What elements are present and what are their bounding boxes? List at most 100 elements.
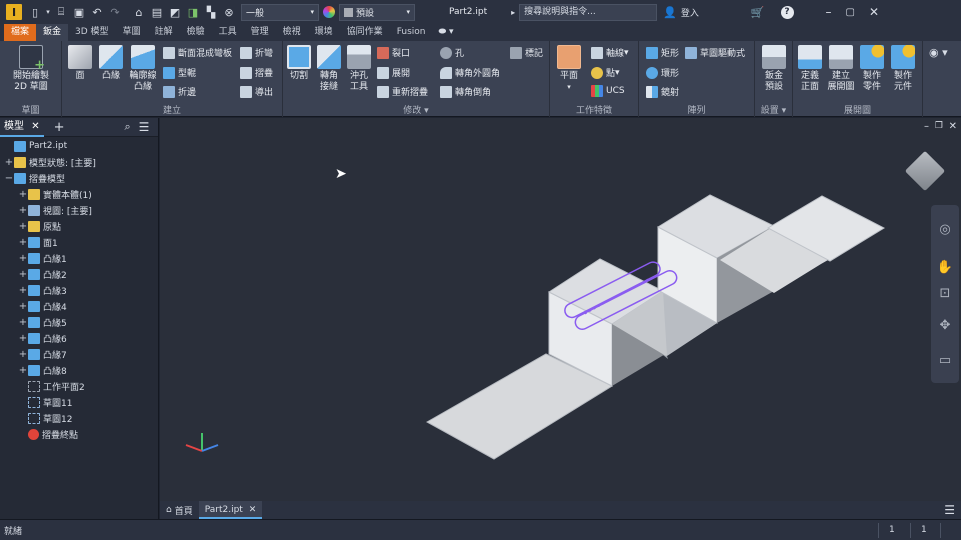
expand-toggle-icon[interactable]: +	[18, 285, 28, 296]
expand-toggle-icon[interactable]: +	[18, 205, 28, 216]
maximize-icon[interactable]: ▢	[846, 7, 855, 18]
app-logo[interactable]: I	[6, 4, 22, 20]
rectangular-pattern-button[interactable]: 矩形	[646, 46, 679, 59]
user-icon[interactable]: 👤	[663, 6, 677, 19]
tab-sketch[interactable]: 草圖	[116, 24, 148, 41]
corner-round-button[interactable]: 轉角外圓角	[440, 66, 500, 79]
tab-sheet-metal[interactable]: 鈑金	[36, 24, 69, 41]
search-icon[interactable]: ⌕	[124, 120, 130, 134]
tree-item[interactable]: + 凸緣8	[0, 362, 67, 378]
tab-fusion[interactable]: Fusion	[390, 24, 433, 41]
save-icon[interactable]: ▣	[70, 2, 88, 22]
rip-button[interactable]: 裂口	[377, 46, 410, 59]
start-sketch-button[interactable]: + 開始繪製 2D 草圖	[6, 45, 56, 93]
minimize-icon[interactable]: –	[826, 5, 832, 19]
tab-collaborate[interactable]: 協同作業	[340, 24, 390, 41]
cart-icon[interactable]: 🛒	[751, 6, 765, 19]
clear-icon[interactable]: ⊗	[220, 2, 238, 22]
tree-item[interactable]: 草圖11	[0, 394, 72, 410]
orbit-icon[interactable]: ✥	[935, 315, 955, 335]
sheet-metal-defaults-button[interactable]: 鈑金 預設	[759, 45, 789, 93]
axis-button[interactable]: 軸線 ▾	[591, 46, 629, 59]
refold-button[interactable]: 重新摺疊	[377, 85, 428, 98]
contour-flange-button[interactable]: 輪廓線 凸緣	[127, 45, 159, 93]
corner-seam-button[interactable]: 轉角 接縫	[315, 45, 343, 93]
tab-home[interactable]: ⌂ 首頁	[160, 501, 199, 519]
expand-toggle-icon[interactable]: +	[18, 365, 28, 376]
tree-item[interactable]: + 凸緣2	[0, 266, 67, 282]
search-input[interactable]: 搜尋說明與指令...	[519, 3, 658, 21]
tree-item[interactable]: + 視圖: [主要]	[0, 202, 92, 218]
tree-item[interactable]: + 凸緣7	[0, 346, 67, 362]
point-button[interactable]: 點 ▾	[591, 66, 620, 79]
tree-item[interactable]: 摺疊終點	[0, 426, 78, 442]
close-icon[interactable]: ✕	[869, 5, 879, 19]
contour-roll-button[interactable]: 型輥	[163, 66, 196, 79]
fold-button[interactable]: 摺疊	[240, 66, 273, 79]
export-button[interactable]: 導出	[240, 85, 273, 98]
sheet-metal-model[interactable]	[160, 118, 961, 501]
ribbon-toggle-icon[interactable]: ⬬ ▾	[438, 24, 453, 41]
create-flat-pattern-button[interactable]: 建立 展開圖	[827, 45, 855, 93]
make-components-button[interactable]: 製作 元件	[889, 45, 917, 93]
tab-model[interactable]: 模型 ✕	[0, 118, 44, 137]
tab-tools[interactable]: 工具	[212, 24, 244, 41]
signin-link[interactable]: 登入	[681, 6, 699, 19]
doc-menu-icon[interactable]: ☰	[944, 503, 955, 517]
tab-inspect[interactable]: 檢驗	[180, 24, 212, 41]
update-icon[interactable]: ◨	[184, 2, 202, 22]
cut-button[interactable]: 切割	[286, 45, 312, 82]
home-icon[interactable]: ⌂	[130, 2, 148, 22]
zoom-icon[interactable]: ⊡	[935, 283, 955, 303]
redo-icon[interactable]: ↷	[106, 2, 124, 22]
projects-icon[interactable]: ▤	[148, 2, 166, 22]
tab-environments[interactable]: 環境	[308, 24, 340, 41]
expand-toggle-icon[interactable]: +	[18, 301, 28, 312]
lofted-flange-button[interactable]: 斷面混成彎板	[163, 46, 232, 59]
tree-item[interactable]: + 模型狀態: [主要]	[0, 154, 96, 170]
tree-item[interactable]: + 凸緣4	[0, 298, 67, 314]
help-icon[interactable]: ?	[780, 5, 794, 19]
hem-button[interactable]: 折邊	[163, 85, 196, 98]
face-button[interactable]: 面	[67, 45, 93, 82]
style-select[interactable]: 一般 ▾	[241, 3, 319, 21]
expand-toggle-icon[interactable]: +	[18, 349, 28, 360]
dropdown-icon[interactable]: ▾	[44, 2, 52, 22]
tree-item[interactable]: + 原點	[0, 218, 61, 234]
tree-item[interactable]: + 面1	[0, 234, 58, 250]
expand-toggle-icon[interactable]: +	[18, 333, 28, 344]
tree-item[interactable]: 草圖12	[0, 410, 72, 426]
tab-view[interactable]: 檢視	[276, 24, 308, 41]
punch-tool-button[interactable]: 沖孔 工具	[345, 45, 373, 93]
ribbon-options-icon[interactable]: ◉ ▾	[929, 46, 948, 59]
tree-item[interactable]: 工作平面2	[0, 378, 85, 394]
expand-toggle-icon[interactable]: +	[18, 253, 28, 264]
new-file-icon[interactable]: ▯	[26, 2, 44, 22]
sketch-driven-pattern-button[interactable]: 草圖驅動式	[685, 46, 745, 59]
tab-file[interactable]: 檔案	[4, 24, 37, 41]
undo-icon[interactable]: ↶	[88, 2, 106, 22]
appearance-select[interactable]: 預設 ▾	[339, 3, 415, 21]
expand-toggle-icon[interactable]: −	[4, 173, 14, 184]
ucs-button[interactable]: UCS	[591, 85, 625, 97]
circular-pattern-button[interactable]: 環形	[646, 66, 679, 79]
plane-button[interactable]: 平面 ▾	[555, 45, 583, 93]
tab-part2[interactable]: Part2.ipt ✕	[198, 501, 263, 519]
tree-item[interactable]: − 摺疊模型	[0, 170, 65, 186]
unfold-button[interactable]: 展開	[377, 66, 410, 79]
make-part-button[interactable]: 製作 零件	[858, 45, 886, 93]
tree-item[interactable]: Part2.ipt	[0, 138, 67, 154]
measure-icon[interactable]: ◩	[166, 2, 184, 22]
hole-button[interactable]: 孔	[440, 46, 464, 59]
expand-toggle-icon[interactable]: +	[18, 189, 28, 200]
tab-3d-model[interactable]: 3D 模型	[68, 24, 116, 41]
expand-toggle-icon[interactable]: +	[18, 221, 28, 232]
add-tab-icon[interactable]: +	[54, 120, 65, 135]
close-tab-icon[interactable]: ✕	[31, 121, 39, 132]
expand-toggle-icon[interactable]: +	[18, 317, 28, 328]
flange-button[interactable]: 凸緣	[97, 45, 125, 82]
look-at-icon[interactable]: ▭	[935, 350, 955, 370]
mirror-button[interactable]: 鏡射	[646, 85, 679, 98]
expand-toggle-icon[interactable]: +	[18, 237, 28, 248]
select-filter-icon[interactable]: ▚	[202, 2, 220, 22]
